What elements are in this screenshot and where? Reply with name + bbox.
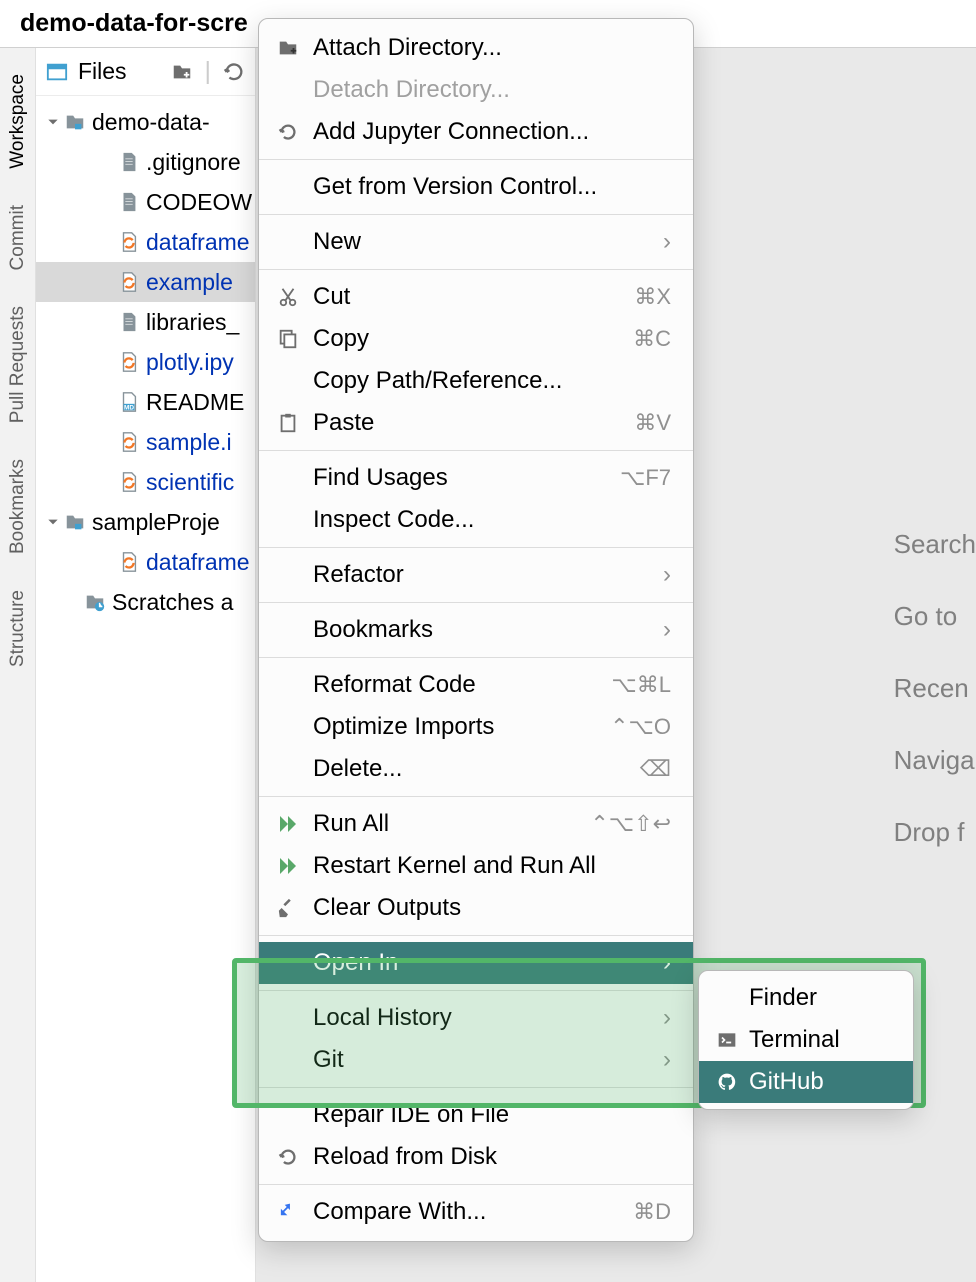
hint-text: Recen [894,652,976,724]
menu-clear-outputs[interactable]: Clear Outputs [259,887,693,929]
submenu-github[interactable]: GitHub [699,1061,913,1103]
refresh-icon[interactable] [223,61,245,83]
rail-workspace[interactable]: Workspace [7,74,29,169]
tree-item-samplei[interactable]: sample.i [36,422,255,462]
menu-new[interactable]: New› [259,221,693,263]
files-label: Files [78,58,127,85]
menu-attach-directory[interactable]: Attach Directory... [259,27,693,69]
rail-structure[interactable]: Structure [7,590,29,667]
hint-text: Go to [894,580,976,652]
menu-copy-path-reference[interactable]: Copy Path/Reference... [259,360,693,402]
submenu-finder[interactable]: Finder [699,977,913,1019]
file-tree: demo-data-.gitignoreCODEOWdataframeexamp… [36,96,255,628]
menu-add-jupyter-connection[interactable]: Add Jupyter Connection... [259,111,693,153]
editor-hints: SearchGo toRecenNavigaDrop f [894,508,976,868]
menu-paste[interactable]: Paste⌘V [259,402,693,444]
menu-open-in[interactable]: Open In› [259,942,693,984]
menu-delete[interactable]: Delete...⌫ [259,748,693,790]
open-in-submenu: FinderTerminalGitHub [698,970,914,1110]
tree-item-plotlyipy[interactable]: plotly.ipy [36,342,255,382]
hint-text: Search [894,508,976,580]
svg-text:MD: MD [124,404,134,411]
rail-pull-requests[interactable]: Pull Requests [7,306,29,423]
tree-item-example[interactable]: example [36,262,255,302]
menu-optimize-imports[interactable]: Optimize Imports⌃⌥O [259,706,693,748]
menu-bookmarks[interactable]: Bookmarks› [259,609,693,651]
hint-text: Naviga [894,724,976,796]
rail-commit[interactable]: Commit [7,205,29,270]
menu-run-all[interactable]: Run All⌃⌥⇧↩ [259,803,693,845]
menu-git[interactable]: Git› [259,1039,693,1081]
tree-item-libraries[interactable]: libraries_ [36,302,255,342]
menu-detach-directory: Detach Directory... [259,69,693,111]
window-icon [46,61,68,83]
tree-item-readme[interactable]: MDREADME [36,382,255,422]
submenu-terminal[interactable]: Terminal [699,1019,913,1061]
hint-text: Drop f [894,796,976,868]
context-menu: Attach Directory...Detach Directory...Ad… [258,18,694,1242]
menu-cut[interactable]: Cut⌘X [259,276,693,318]
tree-item-dataframe[interactable]: dataframe [36,542,255,582]
tree-item-sampleproje[interactable]: sampleProje [36,502,255,542]
menu-refactor[interactable]: Refactor› [259,554,693,596]
tree-item-scientific[interactable]: scientific [36,462,255,502]
menu-reload-from-disk[interactable]: Reload from Disk [259,1136,693,1178]
tree-item-codeow[interactable]: CODEOW [36,182,255,222]
menu-restart-kernel-and-run-all[interactable]: Restart Kernel and Run All [259,845,693,887]
sidebar-header: Files | [36,48,255,96]
menu-repair-ide-on-file[interactable]: Repair IDE on File [259,1094,693,1136]
menu-reformat-code[interactable]: Reformat Code⌥⌘L [259,664,693,706]
tree-item-demodata[interactable]: demo-data- [36,102,255,142]
tree-item-gitignore[interactable]: .gitignore [36,142,255,182]
menu-compare-with[interactable]: Compare With...⌘D [259,1191,693,1233]
tool-window-rail: Workspace Commit Pull Requests Bookmarks Str… [0,48,36,1282]
add-folder-icon[interactable] [171,61,193,83]
menu-get-from-version-control[interactable]: Get from Version Control... [259,166,693,208]
menu-inspect-code[interactable]: Inspect Code... [259,499,693,541]
tree-item-scratchesa[interactable]: Scratches a [36,582,255,622]
menu-find-usages[interactable]: Find Usages⌥F7 [259,457,693,499]
project-sidebar: Files | demo-data-.gitignoreCODEOWdatafr… [36,48,256,1282]
menu-local-history[interactable]: Local History› [259,997,693,1039]
menu-copy[interactable]: Copy⌘C [259,318,693,360]
tree-item-dataframe[interactable]: dataframe [36,222,255,262]
rail-bookmarks[interactable]: Bookmarks [7,459,29,554]
